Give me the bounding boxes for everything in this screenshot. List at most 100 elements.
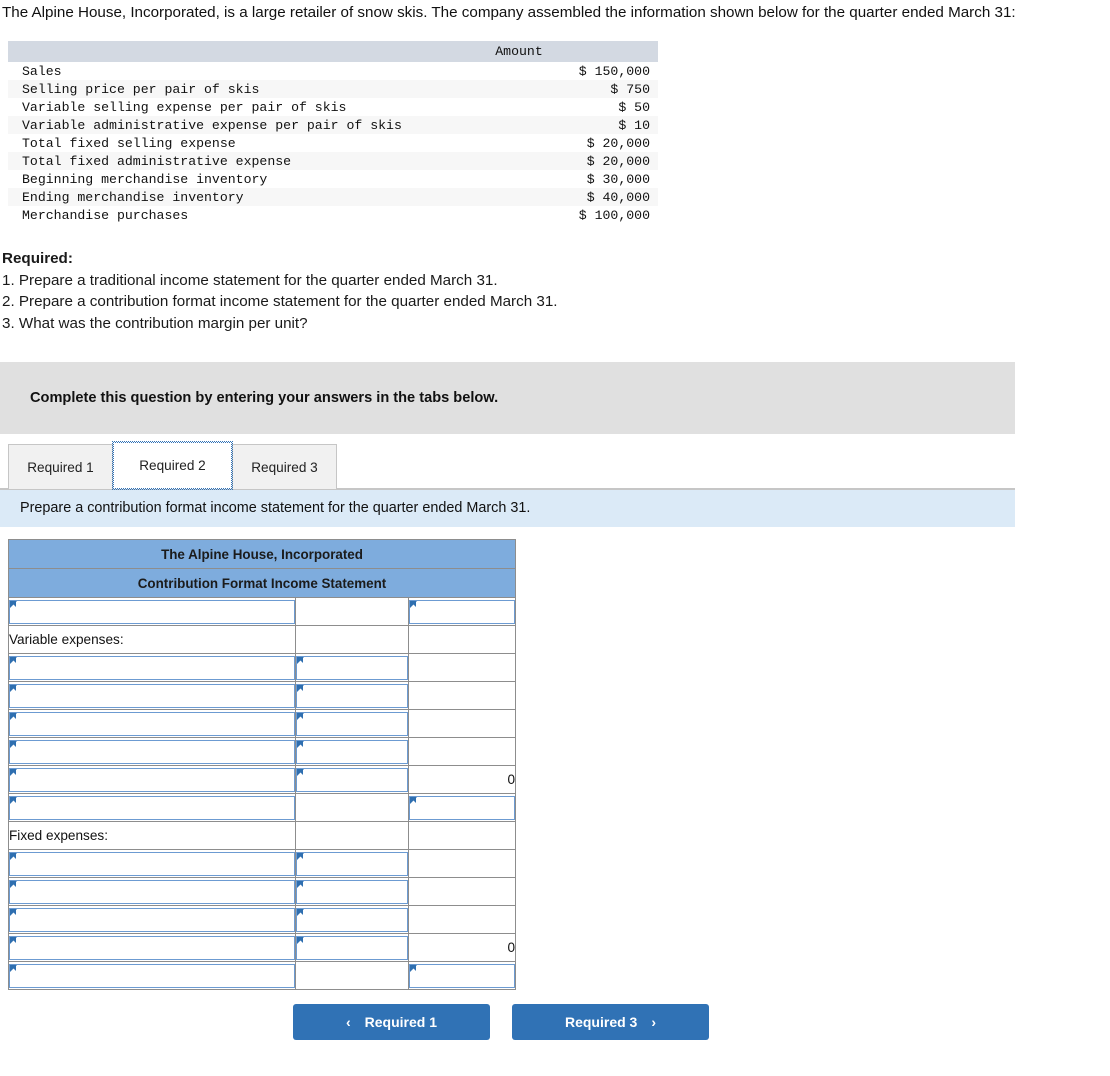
dropdown-input[interactable]: [296, 851, 408, 876]
instruction-banner-text: Complete this question by entering your …: [30, 390, 499, 406]
grid-title-row-statement: Contribution Format Income Statement: [8, 568, 516, 598]
answer-blank-cell: [408, 905, 516, 934]
dropdown-input[interactable]: [296, 935, 408, 960]
given-data-amount: $ 750: [408, 80, 658, 98]
answer-input-cell[interactable]: [8, 737, 296, 766]
answer-blank-cell: [408, 653, 516, 682]
answer-input-cell[interactable]: [295, 849, 409, 878]
answer-grid-row: [8, 709, 516, 738]
answer-input-cell[interactable]: [8, 681, 296, 710]
given-data-row: Total fixed selling expense $ 20,000: [8, 134, 658, 152]
given-data-row: Beginning merchandise inventory $ 30,000: [8, 170, 658, 188]
answer-input-cell[interactable]: [295, 709, 409, 738]
answer-input-cell[interactable]: [8, 653, 296, 682]
dropdown-input[interactable]: [296, 767, 408, 792]
dropdown-input[interactable]: [9, 963, 295, 988]
given-data-row: Total fixed administrative expense $ 20,0…: [8, 152, 658, 170]
given-data-table-body: Amount Sales $ 150,000 Selling price per p…: [8, 41, 658, 224]
answer-input-cell[interactable]: [295, 653, 409, 682]
dropdown-input[interactable]: [296, 655, 408, 680]
given-data-amount: $ 20,000: [408, 152, 658, 170]
tab-label: Required 1: [27, 459, 94, 475]
answer-input-cell[interactable]: [408, 597, 516, 626]
answer-blank-cell: [408, 625, 516, 654]
given-data-row: Variable selling expense per pair of ski…: [8, 98, 658, 116]
given-data-row: Variable administrative expense per pair…: [8, 116, 658, 134]
answer-grid-row: [8, 681, 516, 710]
given-data-label: Merchandise purchases: [22, 207, 189, 223]
given-data-table: Amount Sales $ 150,000 Selling price per p…: [8, 41, 658, 224]
answer-input-cell[interactable]: [295, 905, 409, 934]
answer-input-cell[interactable]: [8, 933, 296, 962]
dropdown-input[interactable]: [9, 935, 295, 960]
instruction-banner: Complete this question by entering your …: [0, 362, 1015, 434]
answer-blank-cell: [295, 625, 409, 654]
answer-blank-cell: [295, 597, 409, 626]
answer-input-cell[interactable]: [8, 793, 296, 822]
dropdown-input[interactable]: [409, 795, 515, 820]
tab-label: Required 3: [251, 459, 318, 475]
answer-total-cell: 0: [408, 933, 516, 962]
answer-grid-row: Fixed expenses:: [8, 821, 516, 850]
dropdown-input[interactable]: [296, 683, 408, 708]
required-item: 2. Prepare a contribution format income …: [2, 293, 558, 310]
dropdown-input[interactable]: [9, 851, 295, 876]
answer-input-cell[interactable]: [8, 765, 296, 794]
answer-grid-wrapper: The Alpine House, Incorporated Contribut…: [8, 539, 1110, 990]
grid-title-row-company: The Alpine House, Incorporated: [8, 539, 516, 569]
answer-input-cell[interactable]: [295, 737, 409, 766]
tab-required-3[interactable]: Required 3: [232, 444, 337, 489]
dropdown-input[interactable]: [9, 711, 295, 736]
dropdown-input[interactable]: [296, 879, 408, 904]
answer-grid-row: [8, 905, 516, 934]
dropdown-input[interactable]: [296, 711, 408, 736]
tab-required-1[interactable]: Required 1: [8, 444, 113, 489]
tab-navigation: ‹ Required 1 Required 3 ›: [0, 1004, 1110, 1040]
answer-input-cell[interactable]: [8, 877, 296, 906]
given-data-label: Variable administrative expense per pair…: [8, 116, 408, 134]
dropdown-input[interactable]: [9, 795, 295, 820]
answer-input-cell[interactable]: [8, 709, 296, 738]
tab-required-2[interactable]: Required 2: [112, 441, 233, 490]
dropdown-input[interactable]: [296, 739, 408, 764]
answer-grid-row: [8, 653, 516, 682]
answer-input-cell[interactable]: [408, 961, 516, 990]
answer-input-cell[interactable]: [8, 905, 296, 934]
problem-statement: The Alpine House, Incorporated, is a lar…: [2, 4, 1016, 21]
dropdown-input[interactable]: [9, 655, 295, 680]
tab-strip: Required 1 Required 2 Required 3: [0, 441, 1015, 490]
question-banner: Prepare a contribution format income sta…: [0, 489, 1015, 527]
dropdown-input[interactable]: [409, 963, 515, 988]
dropdown-input[interactable]: [409, 599, 515, 624]
answer-input-cell[interactable]: [8, 597, 296, 626]
answer-input-cell[interactable]: [295, 765, 409, 794]
answer-grid-row: [8, 597, 516, 626]
answer-grid-row: Variable expenses:: [8, 625, 516, 654]
dropdown-input[interactable]: [9, 599, 295, 624]
given-data-label: Sales: [22, 63, 62, 79]
answer-input-cell[interactable]: [8, 849, 296, 878]
answer-input-cell[interactable]: [295, 877, 409, 906]
next-required-button[interactable]: Required 3 ›: [512, 1004, 709, 1040]
dropdown-input[interactable]: [9, 879, 295, 904]
answer-input-cell[interactable]: [295, 933, 409, 962]
contribution-income-statement-grid: The Alpine House, Incorporated Contribut…: [8, 539, 516, 990]
dropdown-input[interactable]: [9, 907, 295, 932]
answer-input-cell[interactable]: [8, 961, 296, 990]
dropdown-input[interactable]: [9, 767, 295, 792]
answer-input-cell[interactable]: [408, 793, 516, 822]
prev-required-button[interactable]: ‹ Required 1: [293, 1004, 490, 1040]
dropdown-input[interactable]: [296, 907, 408, 932]
dropdown-input[interactable]: [9, 739, 295, 764]
required-heading: Required:: [2, 250, 73, 267]
answer-grid-row: 0: [8, 933, 516, 962]
given-data-amount: $ 150,000: [578, 63, 650, 79]
answer-total-cell: 0: [408, 765, 516, 794]
answer-blank-cell: [295, 821, 409, 850]
answer-blank-cell: [295, 961, 409, 990]
dropdown-input[interactable]: [9, 683, 295, 708]
given-data-label: Total fixed selling expense: [22, 135, 236, 151]
given-data-amount: $ 50: [618, 99, 650, 115]
answer-input-cell[interactable]: [295, 681, 409, 710]
given-data-amount: $ 20,000: [586, 135, 650, 151]
